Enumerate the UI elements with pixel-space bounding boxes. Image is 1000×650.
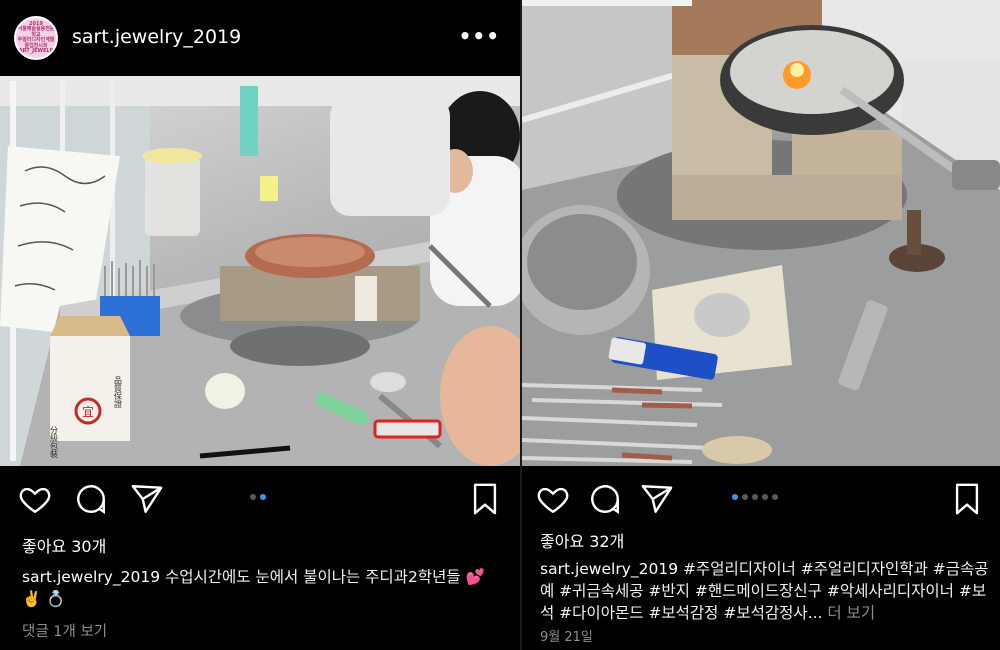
caption-username[interactable]: sart.jewelry_2019 <box>540 560 678 578</box>
post-header: 2019 서울예술실용전문학교 주얼리디자인계열 졸업전시회 SART_JEWE… <box>0 0 520 76</box>
carousel-dot <box>742 494 748 500</box>
heart-icon[interactable] <box>536 482 570 516</box>
comment-icon[interactable] <box>74 482 108 516</box>
post-date: 9월 21일 <box>540 630 593 645</box>
carousel-dot <box>250 494 256 500</box>
workshop-photo: 宜 分級包裝 品質保證 <box>0 76 520 466</box>
box-label: 分級包裝 <box>50 426 59 459</box>
action-bar <box>0 468 520 528</box>
send-icon[interactable] <box>130 482 164 516</box>
carousel-dot <box>772 494 778 500</box>
carousel-dot-active <box>260 494 266 500</box>
post-username[interactable]: sart.jewelry_2019 <box>72 26 241 48</box>
send-icon[interactable] <box>640 482 674 516</box>
avatar-text-line: SART_JEWELRY <box>15 48 57 54</box>
carousel-indicator <box>250 494 266 500</box>
caption-more-link[interactable]: 더 보기 <box>827 604 875 622</box>
avatar[interactable]: 2019 서울예술실용전문학교 주얼리디자인계열 졸업전시회 SART_JEWE… <box>14 16 58 60</box>
post-photo[interactable] <box>522 0 1000 466</box>
post-photo[interactable]: 宜 分級包裝 品質保證 <box>0 76 520 466</box>
caption-username[interactable]: sart.jewelry_2019 <box>22 568 160 586</box>
carousel-dot <box>752 494 758 500</box>
more-horizontal-icon[interactable]: ••• <box>459 24 500 48</box>
carousel-dot-active <box>732 494 738 500</box>
post-caption: sart.jewelry_2019 수업시간에도 눈에서 불이나는 주디과2학년… <box>22 566 502 610</box>
post-caption: sart.jewelry_2019 #주얼리디자이너 #주얼리디자인학과 #금속… <box>540 558 990 624</box>
carousel-dot <box>762 494 768 500</box>
post-1: 2019 서울예술실용전문학교 주얼리디자인계열 졸업전시회 SART_JEWE… <box>0 0 520 650</box>
action-bar <box>522 468 1000 528</box>
bookmark-icon[interactable] <box>468 482 502 516</box>
like-count[interactable]: 좋아요 30개 <box>22 533 106 557</box>
box-label: 品質保證 <box>114 376 123 408</box>
workshop-photo <box>522 0 1000 466</box>
view-comments-link[interactable]: 댓글 1개 보기 <box>22 620 107 641</box>
box-stamp: 宜 <box>82 404 94 419</box>
comment-icon[interactable] <box>588 482 622 516</box>
post-2: 좋아요 32개 sart.jewelry_2019 #주얼리디자이너 #주얼리디… <box>522 0 1000 650</box>
heart-icon[interactable] <box>18 482 52 516</box>
like-count[interactable]: 좋아요 32개 <box>540 528 624 552</box>
carousel-indicator <box>732 494 778 500</box>
bookmark-icon[interactable] <box>950 482 984 516</box>
